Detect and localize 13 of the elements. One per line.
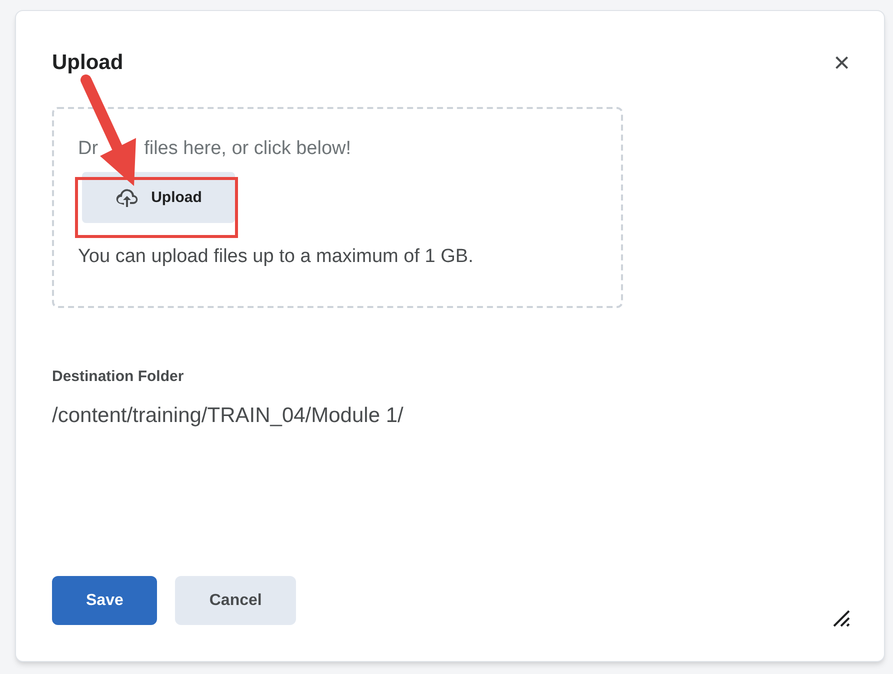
drop-hint-text: files here, or click below!	[144, 136, 352, 160]
destination-label: Destination Folder	[52, 366, 185, 386]
drop-hint-text: Dr	[78, 136, 98, 160]
cancel-button[interactable]: Cancel	[175, 576, 296, 625]
destination-path: /content/training/TRAIN_04/Module 1/	[52, 403, 404, 429]
drop-zone[interactable]: Dr files here, or click below! Upload You can upload files up to a maximum of 1 GB.	[52, 106, 623, 308]
resize-handle-icon[interactable]	[832, 609, 850, 627]
cloud-upload-icon	[115, 188, 140, 208]
save-button[interactable]: Save	[52, 576, 158, 625]
dialog-title: Upload	[52, 50, 124, 76]
close-button[interactable]: ×	[834, 48, 850, 77]
upload-limit-text: You can upload files up to a maximum of 1 GB.	[78, 245, 474, 270]
upload-button[interactable]: Upload	[82, 172, 235, 224]
